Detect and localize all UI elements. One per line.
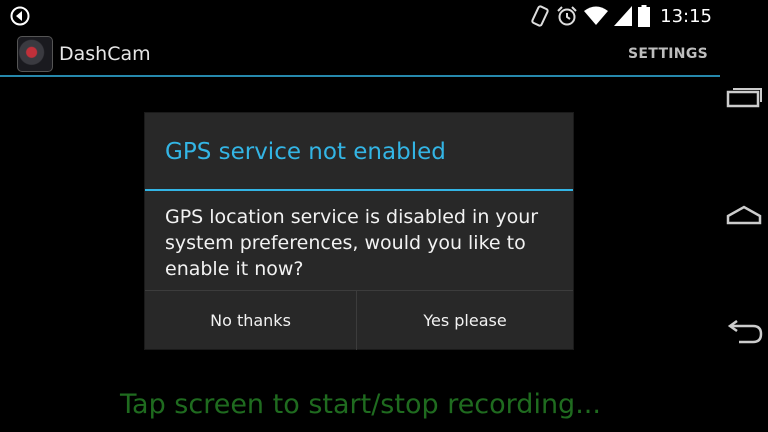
recent-apps-icon <box>726 88 762 108</box>
recording-hint[interactable]: Tap screen to start/stop recording... <box>120 389 601 420</box>
app-title: DashCam <box>59 43 151 65</box>
dialog-message: GPS location service is disabled in your… <box>165 206 539 280</box>
dialog-title: GPS service not enabled <box>165 139 446 165</box>
battery-icon <box>638 5 651 27</box>
status-bar: 13:15 <box>0 0 720 32</box>
gps-dialog: GPS service not enabled GPS location ser… <box>145 113 573 350</box>
recent-apps-button[interactable] <box>720 72 768 120</box>
wifi-icon <box>584 6 609 25</box>
home-button[interactable] <box>720 191 768 239</box>
app-icon[interactable] <box>17 36 53 72</box>
dialog-button-bar: No thanks Yes please <box>145 290 573 350</box>
nav-bar <box>720 32 768 432</box>
back-icon <box>727 320 763 344</box>
app-notification-icon <box>10 6 30 26</box>
home-icon <box>726 205 762 225</box>
no-thanks-button[interactable]: No thanks <box>145 291 357 350</box>
vibrate-icon <box>531 5 549 27</box>
signal-icon <box>614 6 633 26</box>
back-button[interactable] <box>720 309 768 357</box>
settings-button[interactable]: SETTINGS <box>628 46 708 62</box>
yes-please-button[interactable]: Yes please <box>357 291 573 350</box>
alarm-icon <box>557 6 577 26</box>
clock: 13:15 <box>660 5 712 27</box>
dialog-divider <box>145 189 573 191</box>
action-bar-divider <box>0 75 720 77</box>
